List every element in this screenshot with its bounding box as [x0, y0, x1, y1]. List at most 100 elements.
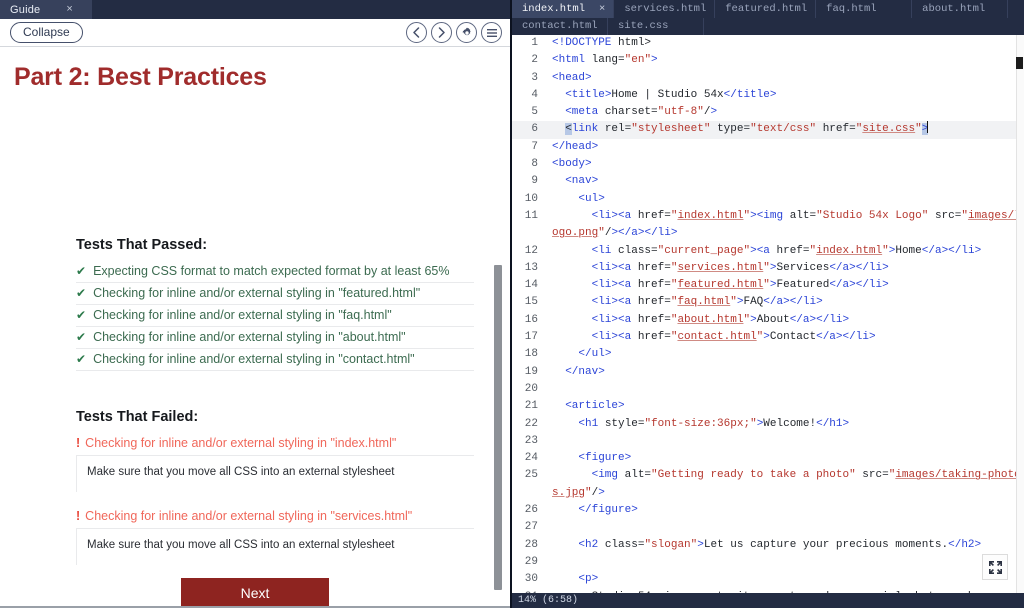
code-text: <article> [565, 400, 625, 413]
guide-scrollbar-thumb[interactable] [494, 265, 502, 590]
code-line[interactable]: 10 <ul> [512, 191, 1024, 208]
passed-test-label: Checking for inline and/or external styl… [93, 352, 415, 366]
line-number: 28 [524, 538, 538, 551]
editor-tab-faq-html[interactable]: faq.html [816, 0, 913, 18]
code-line[interactable]: 20 [512, 381, 1024, 398]
gear-icon[interactable] [456, 22, 477, 43]
editor-tab-index-html[interactable]: index.html × [512, 0, 615, 18]
failed-test-detail: Make sure that you move all CSS into an … [76, 455, 474, 492]
code-text: <li class="current_page"><a href="index.… [591, 244, 982, 257]
code-text: </ul> [578, 348, 612, 361]
code-text: <body> [552, 158, 592, 171]
code-line[interactable]: 27 [512, 519, 1024, 536]
guide-tab[interactable]: Guide × [0, 0, 92, 19]
line-number: 16 [524, 313, 538, 326]
code-line[interactable]: 9 <nav> [512, 173, 1024, 190]
code-line[interactable]: 31 Studio 54x is a portrait, event, and … [512, 589, 1024, 594]
failed-test-item: ! Checking for inline and/or external sty… [76, 506, 474, 565]
code-line[interactable]: 25 <img alt="Getting ready to take a pho… [512, 467, 1024, 502]
editor-tab-label: site.css [618, 20, 669, 33]
line-number: 22 [524, 417, 538, 430]
code-text: <li><a href="contact.html">Contact</a></… [591, 331, 876, 344]
code-line[interactable]: 14 <li><a href="featured.html">Featured<… [512, 277, 1024, 294]
code-text: <li><a href="index.html"><img alt="Studi… [552, 209, 1021, 240]
code-line[interactable]: 12 <li class="current_page"><a href="ind… [512, 243, 1024, 260]
editor-scrollbar[interactable] [1016, 35, 1024, 593]
back-icon[interactable] [406, 22, 427, 43]
code-text: <p> [578, 573, 599, 586]
code-line[interactable]: 28 <h2 class="slogan">Let us capture you… [512, 537, 1024, 554]
editor-tab-label: faq.html [826, 2, 877, 15]
editor-tab-label: index.html [522, 2, 586, 15]
close-icon[interactable]: × [585, 3, 605, 15]
editor-tab-about-html[interactable]: about.html [912, 0, 1009, 18]
code-line[interactable]: 24 <figure> [512, 450, 1024, 467]
code-line[interactable]: 19 </nav> [512, 364, 1024, 381]
code-line[interactable]: 8 <body> [512, 156, 1024, 173]
line-number: 3 [531, 71, 538, 84]
collapse-button[interactable]: Collapse [10, 22, 83, 43]
check-icon: ✔ [76, 352, 87, 366]
editor-tab-site-css[interactable]: site.css [608, 17, 704, 35]
code-line[interactable]: 16 <li><a href="about.html">About</a></l… [512, 312, 1024, 329]
next-button[interactable]: Next [181, 578, 329, 608]
passed-test-item: ✔ Checking for inline and/or external sty… [76, 327, 474, 349]
code-line[interactable]: 26 </figure> [512, 502, 1024, 519]
code-text: <h2 class="slogan">Let us capture your p… [578, 538, 982, 551]
code-line[interactable]: 13 <li><a href="services.html">Services<… [512, 260, 1024, 277]
code-line[interactable]: 18 </ul> [512, 346, 1024, 363]
failed-tests-heading: Tests That Failed: [76, 409, 199, 425]
code-line[interactable]: 29 [512, 554, 1024, 571]
code-text: <head> [552, 71, 592, 84]
editor-scrollbar-thumb[interactable] [1016, 57, 1023, 69]
code-line[interactable]: 6 <link rel="stylesheet" type="text/css"… [512, 121, 1024, 139]
app-root: Guide × Collapse Part 2: Best Practices … [0, 0, 1024, 608]
check-icon: ✔ [76, 308, 87, 322]
code-text: </nav> [565, 365, 605, 378]
page-title: Part 2: Best Practices [14, 63, 267, 91]
code-line[interactable]: 15 <li><a href="faq.html">FAQ</a></li> [512, 294, 1024, 311]
code-line[interactable]: 11 <li><a href="index.html"><img alt="St… [512, 208, 1024, 243]
line-number: 27 [524, 521, 538, 534]
code-line[interactable]: 23 [512, 433, 1024, 450]
line-number: 13 [524, 261, 538, 274]
menu-icon[interactable] [481, 22, 502, 43]
editor-tab-featured-html[interactable]: featured.html [715, 0, 817, 18]
code-line[interactable]: 21 <article> [512, 398, 1024, 415]
passed-test-item: ✔ Expecting CSS format to match expected … [76, 261, 474, 283]
code-line[interactable]: 4 <title>Home | Studio 54x</title> [512, 87, 1024, 104]
code-line[interactable]: 17 <li><a href="contact.html">Contact</a… [512, 329, 1024, 346]
code-line[interactable]: 1 <!DOCTYPE html> [512, 35, 1024, 52]
passed-tests-heading: Tests That Passed: [76, 237, 208, 253]
forward-icon[interactable] [431, 22, 452, 43]
code-line[interactable]: 30 <p> [512, 571, 1024, 588]
editor-tab-label: services.html [624, 2, 707, 15]
code-line[interactable]: 2 <html lang="en"> [512, 52, 1024, 69]
line-number: 5 [531, 106, 538, 119]
editor-tab-services-html[interactable]: services.html [614, 0, 716, 18]
close-icon[interactable]: × [66, 4, 72, 15]
code-line[interactable]: 5 <meta charset="utf-8"/> [512, 104, 1024, 121]
line-number: 21 [524, 400, 538, 413]
guide-content: Part 2: Best Practices Tests That Passed… [0, 47, 510, 608]
guide-toolbar-icons [406, 22, 502, 43]
line-number: 29 [524, 555, 538, 568]
line-number: 12 [524, 244, 538, 257]
code-text: <!DOCTYPE html> [552, 37, 652, 49]
code-text: <img alt="Getting ready to take a photo"… [552, 469, 1021, 499]
status-bar: 14% (6:58) [512, 593, 1024, 608]
passed-test-item: ✔ Checking for inline and/or external sty… [76, 305, 474, 327]
failed-test-detail: Make sure that you move all CSS into an … [76, 528, 474, 565]
code-line[interactable]: 7 </head> [512, 139, 1024, 156]
code-text: <meta charset="utf-8"/> [565, 106, 718, 119]
passed-test-item: ✔ Checking for inline and/or external sty… [76, 349, 474, 371]
code-line[interactable]: 3 <head> [512, 70, 1024, 87]
code-area[interactable]: 1 <!DOCTYPE html> 2 <html lang="en"> 3 <head>… [512, 35, 1024, 593]
line-number: 23 [524, 434, 538, 447]
editor-tab-contact-html[interactable]: contact.html [512, 17, 608, 35]
code-text: <li><a href="services.html">Services</a>… [591, 261, 889, 274]
code-line[interactable]: 22 <h1 style="font-size:36px;">Welcome!<… [512, 416, 1024, 433]
guide-scrollbar[interactable] [494, 48, 502, 590]
guide-pane: Guide × Collapse Part 2: Best Practices … [0, 0, 512, 608]
fullscreen-icon[interactable] [982, 554, 1008, 580]
